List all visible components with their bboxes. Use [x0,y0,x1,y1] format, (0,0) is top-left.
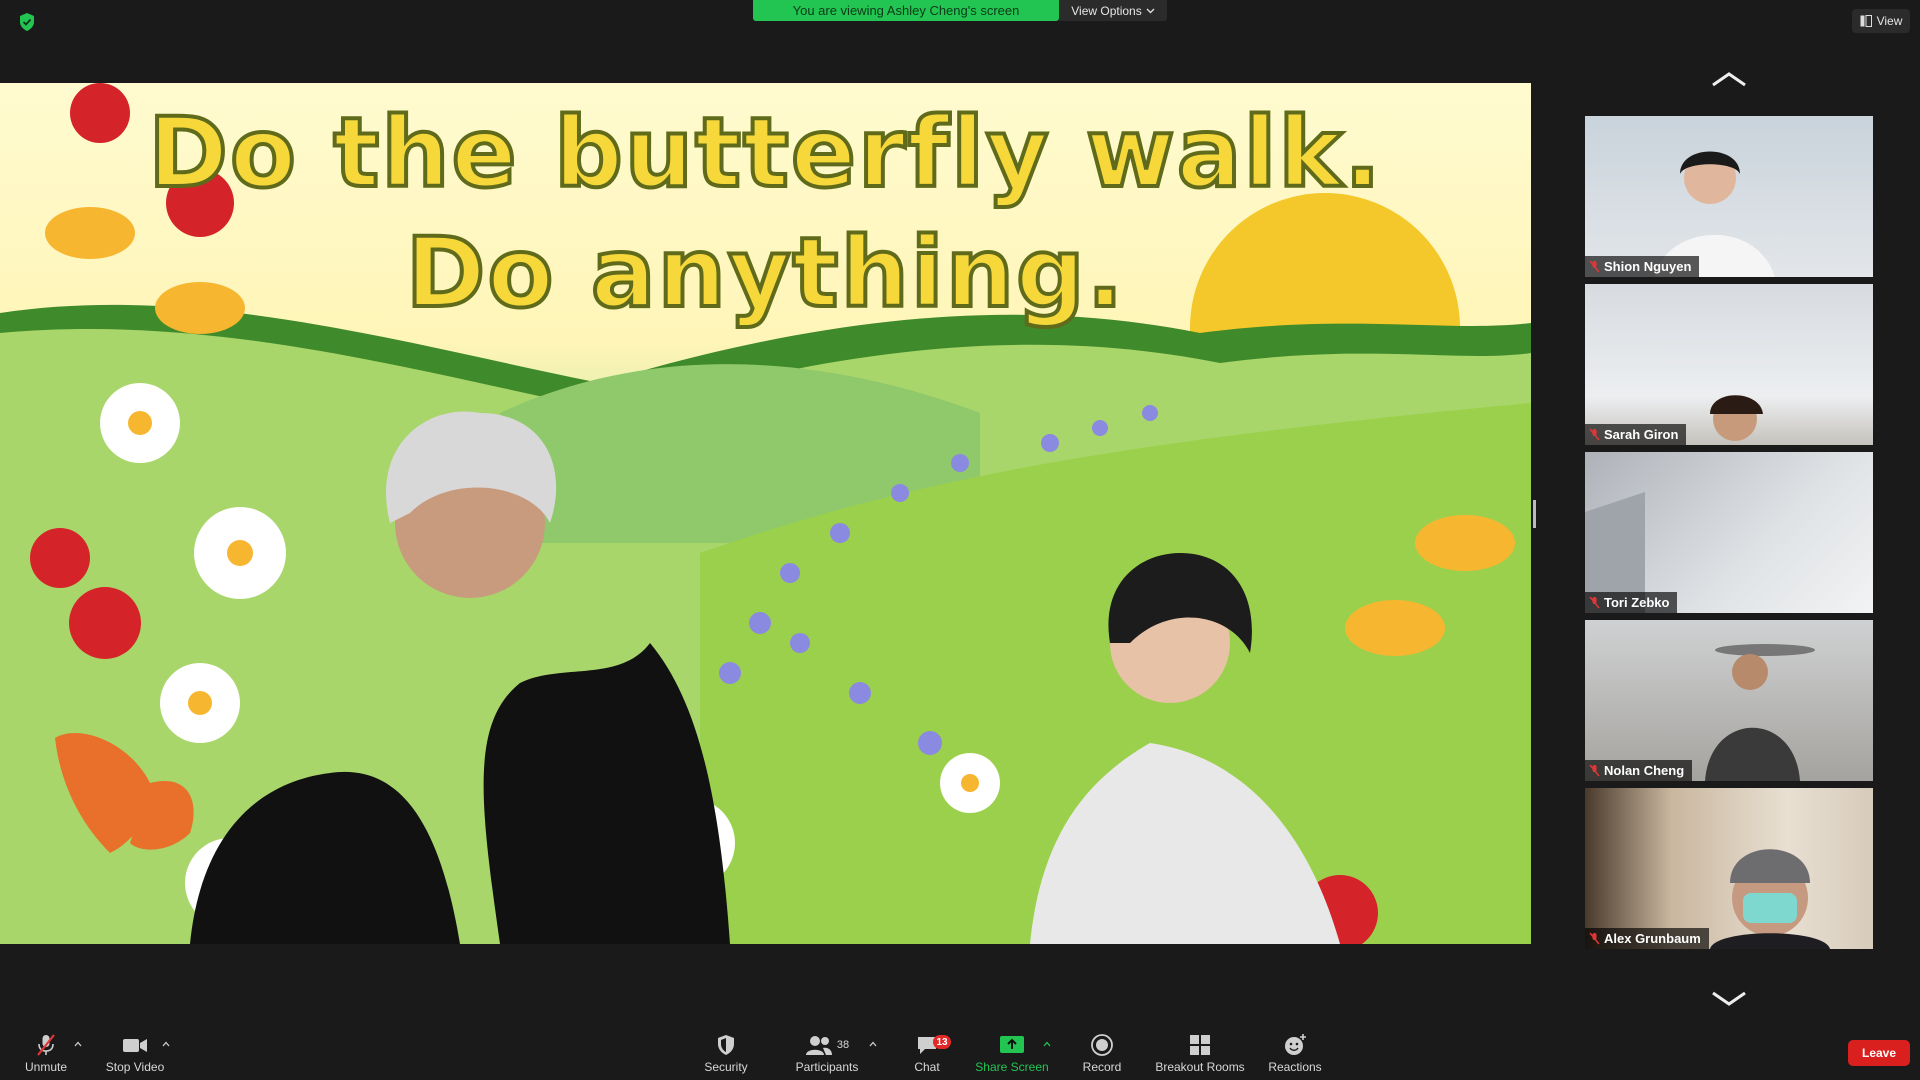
record-icon [1091,1034,1113,1056]
shared-screen-view: Do the butterfly walk. Do anything. [0,83,1531,944]
chat-label: Chat [914,1060,940,1074]
slide-title: Do the butterfly walk. Do anything. [0,93,1531,333]
participant-video [1655,151,1775,277]
breakout-rooms-button[interactable]: Breakout Rooms [1150,1033,1250,1077]
participant-name: Sarah Giron [1604,427,1679,442]
participants-options-caret-icon[interactable] [869,1041,877,1047]
scroll-down-icon[interactable] [1710,990,1748,1008]
security-label: Security [704,1060,748,1074]
muted-mic-icon [1589,428,1600,441]
security-button[interactable]: Security [696,1033,756,1077]
audio-options-caret-icon[interactable] [74,1041,82,1047]
share-banner-text: You are viewing Ashley Cheng's screen [792,3,1020,18]
participant-name: Shion Nguyen [1604,259,1692,274]
participant-video [1710,849,1830,949]
leave-button[interactable]: Leave [1848,1040,1910,1066]
participant-name-label: Tori Zebko [1585,592,1678,613]
video-camera-icon [123,1039,147,1052]
participant-name-label: Sarah Giron [1585,424,1687,445]
view-grid-icon [1860,15,1872,27]
breakout-rooms-label: Breakout Rooms [1155,1060,1245,1074]
scroll-up-icon[interactable] [1710,70,1748,88]
participant-video [1710,395,1763,441]
participant-name: Tori Zebko [1604,595,1670,610]
view-options-label: View Options [1071,3,1142,18]
chat-unread-badge: 13 [933,1035,951,1049]
participant-name-label: Nolan Cheng [1585,760,1693,781]
muted-mic-icon [1589,764,1600,777]
chat-icon-wrap: 13 [915,1033,951,1057]
record-label: Record [1082,1060,1122,1074]
participant-tile[interactable]: Shion Nguyen [1585,116,1873,277]
stop-video-label: Stop Video [105,1060,165,1074]
participants-icon-group: 38 [805,1033,849,1057]
participants-button[interactable]: 38 Participants [788,1033,866,1077]
reactions-button[interactable]: Reactions [1265,1033,1325,1077]
view-options-button[interactable]: View Options [1059,0,1167,21]
share-options-caret-icon[interactable] [1043,1041,1051,1047]
slide-title-line-1: Do the butterfly walk. [146,95,1383,211]
share-screen-label: Share Screen [975,1060,1049,1074]
video-options-caret-icon[interactable] [162,1041,170,1047]
participant-name: Nolan Cheng [1604,763,1685,778]
participant-tile[interactable]: Nolan Cheng [1585,620,1873,781]
participant-name-label: Shion Nguyen [1585,256,1700,277]
participant-video [1705,644,1815,781]
view-button[interactable]: View [1852,9,1910,33]
share-screen-button[interactable]: Share Screen [972,1033,1052,1077]
chat-button[interactable]: 13 Chat [902,1033,952,1077]
unmute-label: Unmute [24,1060,68,1074]
meeting-toolbar: Unmute Stop Video Security 38 Participan… [0,1027,1920,1080]
participant-video [1585,492,1645,613]
breakout-rooms-icon [1190,1035,1210,1055]
unmute-button[interactable]: Unmute [16,1033,76,1077]
participant-name: Alex Grunbaum [1604,931,1701,946]
security-shield-icon [718,1035,734,1055]
stop-video-button[interactable]: Stop Video [100,1033,170,1077]
muted-mic-icon [1589,932,1600,945]
participants-count: 38 [836,1039,850,1051]
participant-tile[interactable]: Alex Grunbaum [1585,788,1873,949]
muted-mic-icon [1589,596,1600,609]
screen-share-banner: You are viewing Ashley Cheng's screen [753,0,1059,21]
muted-mic-icon [1589,260,1600,273]
participants-label: Participants [795,1060,859,1074]
participants-icon [805,1036,832,1055]
muted-microphone-icon [37,1034,55,1056]
participant-tile[interactable]: Tori Zebko [1585,452,1873,613]
participant-tile[interactable]: Sarah Giron [1585,284,1873,445]
reactions-smiley-icon [1285,1034,1306,1055]
chevron-down-icon [1146,8,1155,13]
record-button[interactable]: Record [1078,1033,1126,1077]
view-button-label: View [1876,14,1903,28]
panel-resize-handle[interactable] [1533,500,1536,528]
share-screen-icon [1000,1036,1024,1053]
participant-name-label: Alex Grunbaum [1585,928,1709,949]
slide-title-line-2: Do anything. [404,215,1126,331]
reactions-label: Reactions [1268,1060,1322,1074]
encryption-shield-icon[interactable] [18,12,36,32]
